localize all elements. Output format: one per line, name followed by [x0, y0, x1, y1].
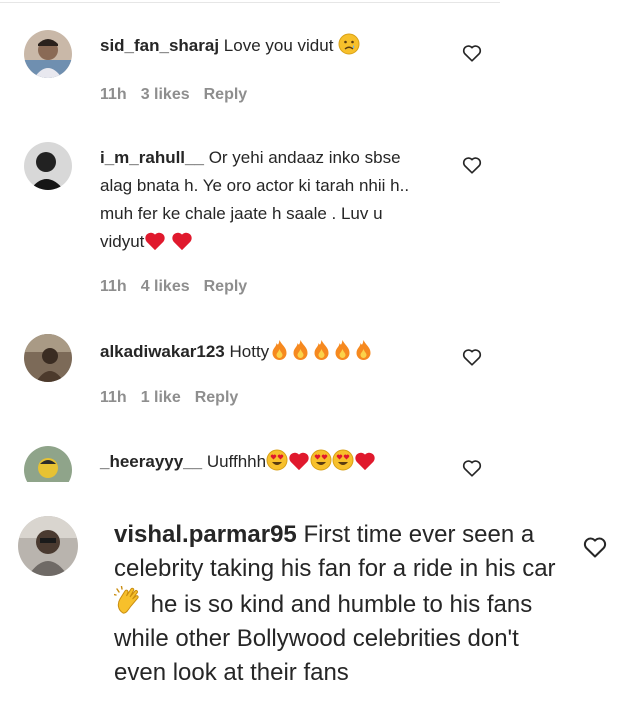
like-heart-icon[interactable] [462, 348, 482, 366]
comment-username[interactable]: i_m_rahull__ [100, 148, 204, 167]
avatar[interactable] [24, 30, 72, 78]
comment-item: alkadiwakar123 Hotty [100, 338, 450, 366]
fire-emoji [269, 339, 290, 361]
fire-emoji [332, 339, 353, 361]
comment-meta: 11h 4 likes Reply [100, 278, 261, 296]
fire-emoji [311, 339, 332, 361]
like-heart-icon[interactable] [462, 44, 482, 62]
like-heart-icon[interactable] [462, 459, 482, 477]
avatar[interactable] [24, 446, 72, 482]
like-heart-icon[interactable] [462, 156, 482, 174]
worried-face-emoji [338, 33, 360, 55]
reply-button[interactable]: Reply [204, 278, 248, 295]
fire-emoji [290, 339, 311, 361]
comment-meta: 11h 1 like Reply [100, 389, 252, 407]
comment-username[interactable]: vishal.parmar95 [114, 521, 297, 548]
red-heart-emoji [288, 451, 310, 471]
comment-likes[interactable]: 4 likes [141, 278, 190, 295]
comment-time: 11h [100, 86, 127, 103]
comment-item: sid_fan_sharaj Love you vidut [100, 32, 440, 60]
comment-likes[interactable]: 3 likes [141, 86, 190, 103]
comments-panel-bottom: vishal.parmar95 First time ever seen a c… [0, 482, 640, 720]
comment-item: _heerayyy__ Uuffhhh [100, 448, 460, 476]
avatar[interactable] [18, 516, 78, 576]
comment-text: Love you vidut [223, 36, 334, 55]
comment-text: Hotty [229, 342, 270, 361]
comment-text: Uuffhhh [206, 452, 267, 471]
heart-eyes-emoji [266, 449, 288, 471]
comment-meta: 11h 3 likes Reply [100, 86, 261, 104]
comment-username[interactable]: sid_fan_sharaj [100, 36, 219, 55]
comment-item: vishal.parmar95 First time ever seen a c… [114, 518, 570, 690]
heart-eyes-emoji [332, 449, 354, 471]
fire-emoji [353, 339, 374, 361]
comments-panel-top: sid_fan_sharaj Love you vidut 11h 3 likes… [0, 0, 500, 482]
comment-likes[interactable]: 1 like [141, 389, 181, 406]
comment-username[interactable]: alkadiwakar123 [100, 342, 225, 361]
comment-text-continued: he is so kind and humble to his fans whi… [114, 591, 533, 686]
avatar[interactable] [24, 334, 72, 382]
comment-time: 11h [100, 389, 127, 406]
red-heart-emoji [171, 231, 193, 251]
red-heart-emoji [354, 451, 376, 471]
clapping-hands-emoji [114, 586, 144, 616]
comment-item: i_m_rahull__ Or yehi andaaz inko sbse al… [100, 144, 430, 256]
avatar[interactable] [24, 142, 72, 190]
comment-username[interactable]: _heerayyy__ [100, 452, 202, 471]
like-heart-icon[interactable] [583, 536, 607, 558]
reply-button[interactable]: Reply [204, 86, 248, 103]
red-heart-emoji [144, 231, 166, 251]
heart-eyes-emoji [310, 449, 332, 471]
comment-time: 11h [100, 278, 127, 295]
reply-button[interactable]: Reply [195, 389, 239, 406]
